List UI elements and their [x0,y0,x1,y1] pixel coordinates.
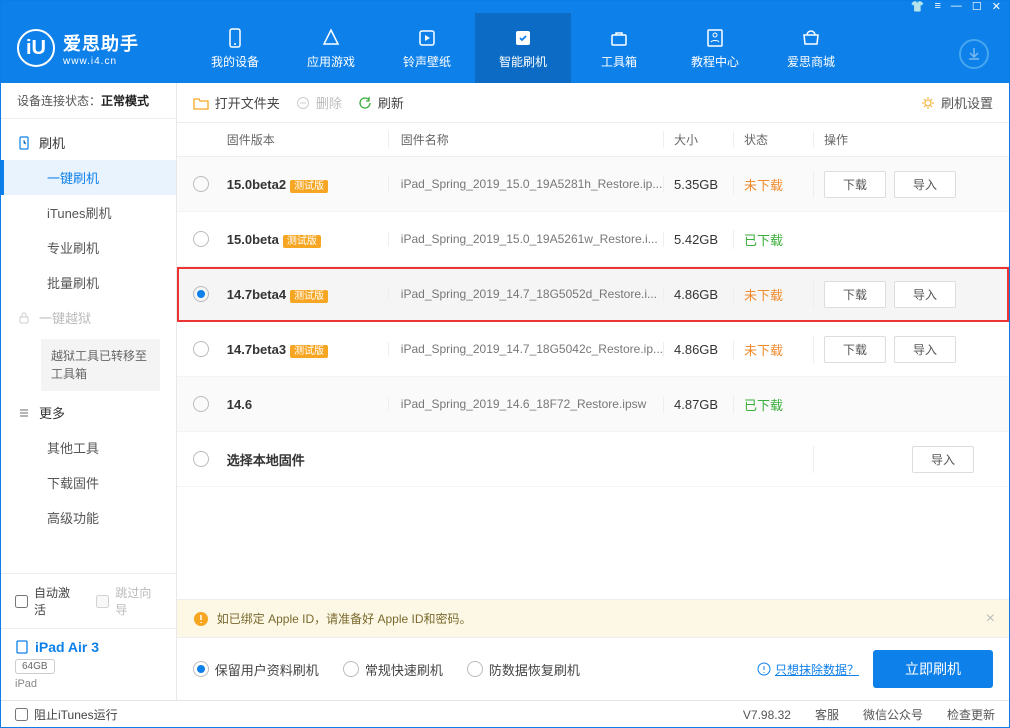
nav-tab-6[interactable]: 爱思商城 [763,13,859,83]
row-radio[interactable] [193,341,209,357]
footer-update[interactable]: 检查更新 [947,706,995,723]
table-row[interactable]: 14.7beta3测试版iPad_Spring_2019_14.7_18G504… [177,322,1009,377]
delete-button: 删除 [296,93,342,112]
table-row[interactable]: 15.0beta测试版iPad_Spring_2019_15.0_19A5261… [177,212,1009,267]
sidebar-group-flash[interactable]: 刷机 [1,125,176,160]
alert-close-icon[interactable]: × [986,610,995,628]
row-radio[interactable] [193,396,209,412]
local-firmware-row[interactable]: 选择本地固件导入 [177,432,1009,487]
flash-option-2[interactable]: 防数据恢复刷机 [467,660,580,679]
sidebar-group-jailbreak: 一键越狱 [1,300,176,335]
apple-id-alert: 如已绑定 Apple ID，请准备好 Apple ID和密码。 × [177,599,1009,637]
row-radio[interactable] [193,176,209,192]
table-header: 固件版本 固件名称 大小 状态 操作 [177,123,1009,157]
download-button[interactable]: 下载 [824,281,886,308]
shirt-icon[interactable]: 👕 [911,0,925,13]
close-icon[interactable]: ✕ [992,0,1001,13]
sidebar-item[interactable]: iTunes刷机 [1,195,176,230]
row-radio[interactable] [193,451,209,467]
flash-now-button[interactable]: 立即刷机 [873,650,993,688]
menu-icon[interactable]: ≡ [934,0,940,13]
import-button[interactable]: 导入 [894,281,956,308]
skip-guide-checkbox[interactable]: 跳过向导 [96,584,161,618]
sidebar-item[interactable]: 一键刷机 [1,160,176,195]
nav-tab-1[interactable]: 应用游戏 [283,13,379,83]
sidebar-item[interactable]: 下载固件 [1,465,176,500]
import-button[interactable]: 导入 [912,446,974,473]
footer-support[interactable]: 客服 [815,706,839,723]
sidebar-item[interactable]: 其他工具 [1,430,176,465]
sidebar-item[interactable]: 批量刷机 [1,265,176,300]
import-button[interactable]: 导入 [894,336,956,363]
sidebar-item[interactable]: 专业刷机 [1,230,176,265]
flash-option-1[interactable]: 常规快速刷机 [343,660,443,679]
jailbreak-note: 越狱工具已转移至工具箱 [41,339,160,391]
brand-logo: iU 爱思助手 www.i4.cn [17,29,187,67]
version-label: V7.98.32 [743,708,791,722]
erase-data-link[interactable]: 只想抹除数据？ [775,661,859,678]
open-folder-button[interactable]: 打开文件夹 [193,93,280,112]
download-manager-button[interactable] [959,39,989,69]
footer-wechat[interactable]: 微信公众号 [863,706,923,723]
import-button[interactable]: 导入 [894,171,956,198]
maximize-icon[interactable]: ☐ [972,0,982,13]
flash-option-0[interactable]: 保留用户资料刷机 [193,660,319,679]
refresh-button[interactable]: 刷新 [358,93,404,112]
sidebar-item[interactable]: 高级功能 [1,500,176,535]
device-info[interactable]: iPad Air 3 64GB iPad [1,628,176,700]
nav-tab-0[interactable]: 我的设备 [187,13,283,83]
sidebar-group-more[interactable]: 更多 [1,395,176,430]
connection-status: 设备连接状态：正常模式 [1,83,176,119]
row-radio[interactable] [193,286,209,302]
table-row[interactable]: 14.6iPad_Spring_2019_14.6_18F72_Restore.… [177,377,1009,432]
table-row[interactable]: 15.0beta2测试版iPad_Spring_2019_15.0_19A528… [177,157,1009,212]
nav-tab-4[interactable]: 工具箱 [571,13,667,83]
block-itunes-checkbox[interactable]: 阻止iTunes运行 [15,706,118,723]
auto-activate-checkbox[interactable]: 自动激活 [15,584,80,618]
download-button[interactable]: 下载 [824,336,886,363]
nav-tab-3[interactable]: 智能刷机 [475,13,571,83]
nav-tab-2[interactable]: 铃声壁纸 [379,13,475,83]
table-row[interactable]: 14.7beta4测试版iPad_Spring_2019_14.7_18G505… [177,267,1009,322]
flash-settings-button[interactable]: 刷机设置 [921,93,993,112]
nav-tab-5[interactable]: 教程中心 [667,13,763,83]
minimize-icon[interactable]: — [951,0,962,13]
download-button[interactable]: 下载 [824,171,886,198]
row-radio[interactable] [193,231,209,247]
